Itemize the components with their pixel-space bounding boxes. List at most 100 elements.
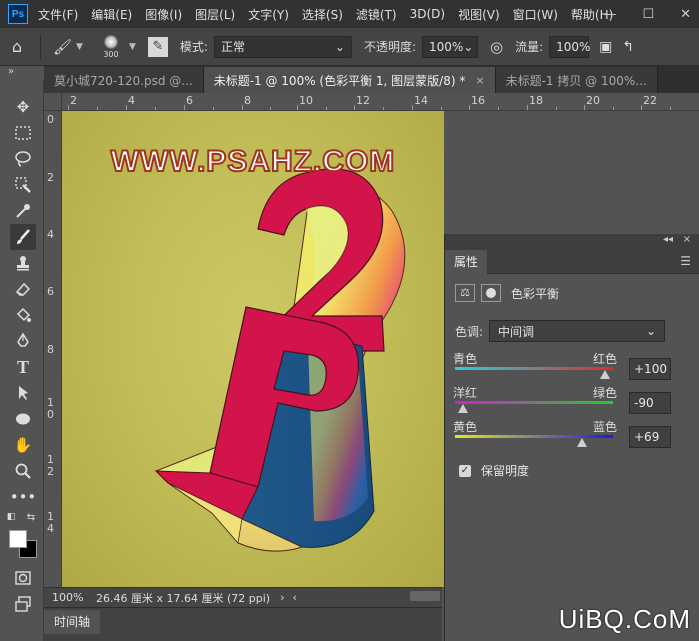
screen-mode-icon[interactable]	[10, 591, 36, 617]
menu-file[interactable]: 文件(F)	[38, 6, 78, 23]
slider-track[interactable]	[455, 367, 613, 370]
tone-select[interactable]: 中间调 ⌄	[489, 320, 665, 342]
home-icon[interactable]: ⌂	[0, 37, 34, 56]
slider-track[interactable]	[455, 435, 613, 438]
ruler-tick-label: 22	[643, 94, 657, 107]
swap-colors-icon[interactable]: ⇆	[24, 510, 38, 524]
path-selection-tool-icon[interactable]	[10, 380, 36, 406]
move-tool-icon[interactable]: ✥	[10, 94, 36, 120]
menu-type[interactable]: 文字(Y)	[248, 6, 289, 23]
slider-value-input[interactable]: +69	[629, 426, 671, 448]
brush-settings-icon[interactable]: ✎	[147, 36, 168, 57]
airbrush-icon[interactable]: ▣	[599, 39, 612, 55]
tab-properties[interactable]: 属性	[445, 250, 488, 274]
close-window-button[interactable]: ✕	[680, 7, 691, 22]
quick-selection-tool-icon[interactable]	[10, 172, 36, 198]
ruler-tick-label: 8	[47, 343, 54, 356]
tab-document-1[interactable]: 莫小城720-120.psd @...	[44, 67, 204, 93]
vertical-ruler[interactable]: 0 2 4 6 8 1 0 1 2 1 4	[44, 111, 62, 587]
stamp-tool-icon[interactable]	[10, 250, 36, 276]
minimize-button[interactable]: —	[603, 7, 616, 22]
zoom-level[interactable]: 100%	[44, 591, 92, 604]
magenta-green-slider: 洋红 绿色 -90	[453, 384, 693, 420]
foreground-color-swatch[interactable]	[9, 530, 27, 548]
eyedropper-tool-icon[interactable]	[10, 198, 36, 224]
layer-mask-icon[interactable]	[481, 284, 501, 302]
lasso-tool-icon[interactable]	[10, 146, 36, 172]
menu-select[interactable]: 选择(S)	[302, 6, 343, 23]
chevron-down-icon[interactable]: ▼	[129, 42, 136, 52]
slider-thumb[interactable]	[600, 370, 610, 379]
adjustment-header: ⚖ 色彩平衡	[455, 284, 559, 302]
pressure-opacity-icon[interactable]: ◎	[490, 38, 503, 56]
properties-panel: ◂◂ × 属性 ☰ ⚖ 色彩平衡 色调: 中间调 ⌄ 青色 红色 +100 洋红…	[444, 234, 699, 641]
slider-value-input[interactable]: -90	[629, 392, 671, 414]
brush-tool-icon[interactable]: 🖌	[53, 38, 72, 56]
pen-tool-icon[interactable]	[10, 328, 36, 354]
divider	[40, 34, 41, 59]
slider-left-label: 青色	[453, 352, 478, 366]
chevron-right-icon[interactable]: ›	[280, 591, 284, 604]
quick-mask-icon[interactable]	[10, 565, 36, 591]
chevron-down-icon[interactable]: ▼	[76, 42, 83, 52]
tab-timeline[interactable]: 时间轴	[44, 610, 101, 634]
flow-input[interactable]: 100%	[549, 35, 590, 58]
menu-filter[interactable]: 滤镜(T)	[356, 6, 397, 23]
artwork-3d-letters	[154, 168, 406, 552]
chevron-left-icon[interactable]: ‹	[292, 591, 296, 604]
chevron-down-icon: ⌄	[463, 39, 474, 54]
flow-label: 流量:	[515, 40, 544, 54]
slider-track[interactable]	[455, 401, 613, 404]
timeline-panel: 时间轴	[44, 607, 442, 641]
panel-menu-icon[interactable]: ☰	[680, 254, 691, 268]
mode-select[interactable]: 正常 ⌄	[213, 35, 352, 58]
menu-3d[interactable]: 3D(D)	[410, 7, 445, 21]
smoothing-icon[interactable]: ↰	[622, 39, 634, 55]
default-colors-icon[interactable]: ◧	[4, 510, 18, 524]
document-canvas[interactable]: WWW.PSAHZ.COM	[62, 111, 444, 587]
tab-document-3[interactable]: 未标题-1 拷贝 @ 100%...	[495, 67, 658, 93]
more-tools-icon[interactable]: •••	[10, 484, 37, 510]
tab-label: 未标题-1 @ 100% (色彩平衡 1, 图层蒙版/8) *	[213, 73, 466, 88]
bucket-tool-icon[interactable]	[10, 302, 36, 328]
panel-collapse-icon[interactable]: »	[8, 66, 14, 77]
maximize-button[interactable]: ☐	[642, 7, 654, 22]
menu-view[interactable]: 视图(V)	[458, 6, 500, 23]
slider-thumb[interactable]	[457, 404, 468, 413]
ruler-tick-label: 1 2	[47, 453, 54, 478]
ruler-origin[interactable]	[44, 93, 62, 111]
tone-value: 中间调	[498, 324, 535, 339]
ruler-tick-label: 4	[47, 228, 54, 241]
zoom-tool-icon[interactable]	[10, 458, 36, 484]
opacity-input[interactable]: 100% ⌄	[421, 35, 478, 58]
eraser-tool-icon[interactable]	[10, 276, 36, 302]
status-bar: 100% 26.46 厘米 x 17.64 厘米 (72 ppi) › ‹	[44, 587, 442, 607]
ellipse-tool-icon[interactable]	[10, 406, 36, 432]
menu-image[interactable]: 图像(I)	[145, 6, 182, 23]
brush-tool-icon[interactable]	[10, 224, 36, 250]
type-tool-icon[interactable]: T	[10, 354, 36, 380]
menu-layer[interactable]: 图层(L)	[195, 6, 235, 23]
horizontal-ruler[interactable]: 2 4 6 8 10 12 14 16 18 20 22	[62, 93, 699, 111]
marquee-tool-icon[interactable]	[10, 120, 36, 146]
slider-thumb[interactable]	[576, 438, 587, 447]
brush-tip-icon	[103, 34, 118, 49]
close-icon[interactable]: ×	[683, 234, 691, 245]
collapse-panel-icon[interactable]: ◂◂	[663, 234, 673, 245]
hand-tool-icon[interactable]: ✋	[10, 432, 36, 458]
mode-value: 正常	[220, 40, 245, 54]
balance-icon[interactable]: ⚖	[455, 284, 475, 302]
horizontal-scrollbar[interactable]	[410, 591, 440, 601]
preserve-luminosity-checkbox[interactable]: ✓	[459, 464, 471, 477]
cyan-red-slider: 青色 红色 +100	[453, 350, 693, 386]
close-icon[interactable]: ×	[475, 74, 484, 87]
menu-window[interactable]: 窗口(W)	[513, 6, 558, 23]
ruler-tick-label: 16	[471, 94, 485, 107]
tab-document-2[interactable]: 未标题-1 @ 100% (色彩平衡 1, 图层蒙版/8) * ×	[203, 67, 496, 93]
chevron-down-icon: ⌄	[334, 39, 345, 54]
ruler-tick-label: 4	[128, 94, 135, 107]
brush-size: 300	[103, 49, 119, 59]
slider-value-input[interactable]: +100	[629, 358, 671, 380]
menu-edit[interactable]: 编辑(E)	[91, 6, 132, 23]
brush-preset-picker[interactable]: 300	[97, 34, 125, 59]
